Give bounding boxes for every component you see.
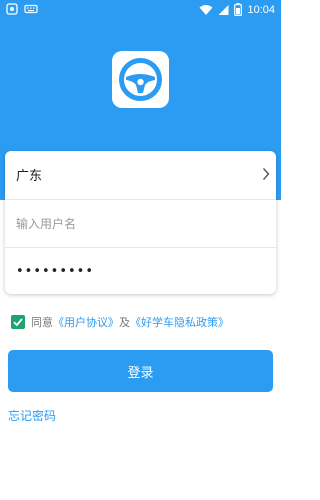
app-logo [112, 51, 169, 108]
app-notification-icon [6, 3, 18, 15]
user-agreement-link[interactable]: 《用户协议》 [53, 314, 119, 330]
forgot-password-link[interactable]: 忘记密码 [8, 407, 56, 424]
wifi-icon [199, 4, 213, 16]
login-form-card: 广东 [5, 151, 276, 294]
agreement-conjunction: 及 [119, 316, 130, 329]
username-input[interactable] [16, 216, 261, 231]
status-time: 10:04 [247, 3, 275, 16]
steering-wheel-icon [119, 58, 162, 101]
status-bar: 10:04 [0, 0, 281, 20]
agreement-row: 同意 《用户协议》 及 《好学车隐私政策》 [11, 314, 229, 330]
chevron-right-icon [262, 168, 270, 180]
password-row [5, 247, 276, 295]
agreement-checkbox[interactable] [11, 315, 25, 329]
privacy-policy-link[interactable]: 《好学车隐私政策》 [130, 314, 229, 330]
signal-icon [218, 4, 229, 16]
login-button[interactable]: 登录 [8, 350, 273, 392]
username-row [5, 199, 276, 247]
keyboard-icon [24, 3, 38, 15]
region-selector[interactable]: 广东 [5, 151, 276, 198]
agreement-prefix: 同意 [31, 316, 53, 329]
check-icon [13, 318, 23, 327]
password-input[interactable] [16, 264, 261, 279]
battery-icon [234, 3, 243, 16]
region-value: 广东 [16, 169, 43, 184]
